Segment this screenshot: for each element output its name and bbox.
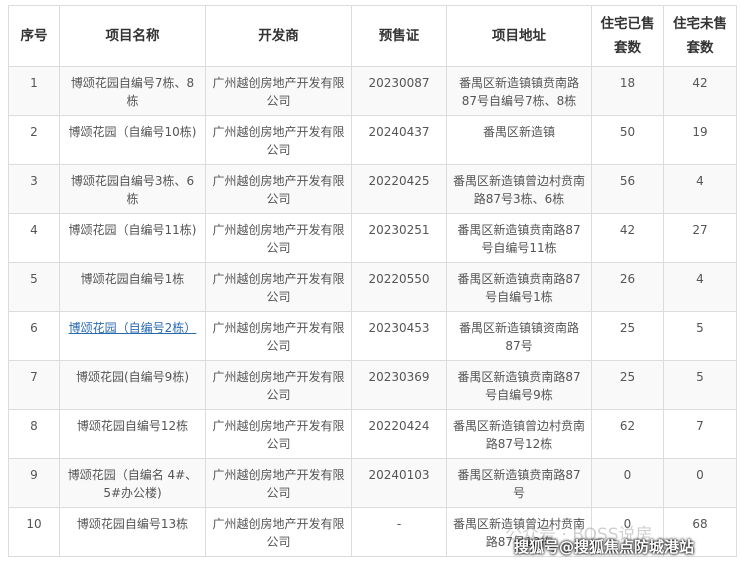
project-name-cell: 博颂花园自编号7栋、8栋 (59, 66, 206, 116)
header-permit: 预售证 (351, 5, 447, 67)
table-row: 7 博颂花园(自编号9栋) 广州越创房地产开发有限公司 20230369 番禺区新造镇贲… (8, 360, 737, 410)
project-name-cell: 博颂花园(自编号9栋) (59, 360, 206, 410)
row-no-cell: 6 (8, 311, 60, 361)
row-no-cell: 5 (8, 262, 60, 312)
presale-permit-cell: 20230087 (351, 66, 447, 116)
row-no-cell: 3 (8, 164, 60, 214)
unsold-units-cell: 4 (663, 262, 737, 312)
presale-table: 序号 项目名称 开发商 预售证 项目地址 住宅已售套数 住宅未售套数 1 博颂花园… (8, 5, 737, 557)
presale-permit-cell: 20220550 (351, 262, 447, 312)
sold-units-cell: 62 (591, 409, 664, 459)
presale-permit-cell: - (351, 507, 447, 557)
table-row: 8 博颂花园自编号12栋 广州越创房地产开发有限公司 20220424 番禺区新造镇曾边… (8, 409, 737, 459)
unsold-units-cell: 4 (663, 164, 737, 214)
developer-cell: 广州越创房地产开发有限公司 (205, 66, 352, 116)
project-address-cell: 番禺区新造镇曾边村贲南路87号12栋 (446, 409, 592, 459)
unsold-units-cell: 19 (663, 115, 737, 165)
header-name: 项目名称 (59, 5, 206, 67)
header-no: 序号 (8, 5, 60, 67)
sold-units-cell: 42 (591, 213, 664, 263)
developer-cell: 广州越创房地产开发有限公司 (205, 164, 352, 214)
project-address-cell: 番禺区新造镇贲南路87号 (446, 458, 592, 508)
table-row: 3 博颂花园自编号3栋、6栋 广州越创房地产开发有限公司 20220425 番禺区新造镇… (8, 164, 737, 214)
table-row: 6 博颂花园（自编号2栋） 广州越创房地产开发有限公司 20230453 番禺区新造镇镇… (8, 311, 737, 361)
sold-units-cell: 56 (591, 164, 664, 214)
project-address-cell: 番禺区新造镇曾边村贲南路87号3栋、6栋 (446, 164, 592, 214)
row-no-cell: 9 (8, 458, 60, 508)
project-name-cell: 博颂花园自编号13栋 (59, 507, 206, 557)
table-row: 9 博颂花园（自编名 4#、5#办公楼) 广州越创房地产开发有限公司 20240103… (8, 458, 737, 508)
project-address-cell: 番禺区新造镇 (446, 115, 592, 165)
unsold-units-cell: 5 (663, 360, 737, 410)
developer-cell: 广州越创房地产开发有限公司 (205, 409, 352, 459)
sold-units-cell: 18 (591, 66, 664, 116)
project-name-cell: 博颂花园自编号12栋 (59, 409, 206, 459)
unsold-units-cell: 7 (663, 409, 737, 459)
project-address-cell: 番禺区新造镇贲南路87号自编号11栋 (446, 213, 592, 263)
table-row: 2 博颂花园（自编号10栋) 广州越创房地产开发有限公司 20240437 番禺区新造镇… (8, 115, 737, 165)
table-row: 5 博颂花园自编号1栋 广州越创房地产开发有限公司 20220550 番禺区新造镇贲南路… (8, 262, 737, 312)
presale-permit-cell: 20230369 (351, 360, 447, 410)
presale-permit-cell: 20230453 (351, 311, 447, 361)
table-row: 1 博颂花园自编号7栋、8栋 广州越创房地产开发有限公司 20230087 番禺区新造镇… (8, 66, 737, 116)
unsold-units-cell: 27 (663, 213, 737, 263)
header-unsold: 住宅未售套数 (663, 5, 737, 67)
project-address-cell: 番禺区新造镇贲南路87号自编号9栋 (446, 360, 592, 410)
project-link[interactable]: 博颂花园（自编号2栋） (69, 321, 197, 335)
header-row: 序号 项目名称 开发商 预售证 项目地址 住宅已售套数 住宅未售套数 (8, 5, 737, 67)
unsold-units-cell: 42 (663, 66, 737, 116)
header-address: 项目地址 (446, 5, 592, 67)
row-no-cell: 2 (8, 115, 60, 165)
presale-permit-cell: 20230251 (351, 213, 447, 263)
header-sold: 住宅已售套数 (591, 5, 664, 67)
sold-units-cell: 25 (591, 360, 664, 410)
developer-cell: 广州越创房地产开发有限公司 (205, 311, 352, 361)
sold-units-cell: 26 (591, 262, 664, 312)
row-no-cell: 4 (8, 213, 60, 263)
developer-cell: 广州越创房地产开发有限公司 (205, 458, 352, 508)
developer-cell: 广州越创房地产开发有限公司 (205, 360, 352, 410)
project-address-cell: 番禺区新造镇镇资南路87号 (446, 311, 592, 361)
developer-cell: 广州越创房地产开发有限公司 (205, 213, 352, 263)
table-row: 4 博颂花园（自编号11栋) 广州越创房地产开发有限公司 20230251 番禺区新造镇… (8, 213, 737, 263)
row-no-cell: 1 (8, 66, 60, 116)
unsold-units-cell: 0 (663, 458, 737, 508)
sold-units-cell: 50 (591, 115, 664, 165)
developer-cell: 广州越创房地产开发有限公司 (205, 115, 352, 165)
developer-cell: 广州越创房地产开发有限公司 (205, 262, 352, 312)
header-developer: 开发商 (205, 5, 352, 67)
project-name-cell: 博颂花园（自编号10栋) (59, 115, 206, 165)
watermark-main: 搜狐号@搜狐焦点防城港站 (514, 538, 695, 556)
sold-units-cell: 25 (591, 311, 664, 361)
project-name-cell: 博颂花园（自编号11栋) (59, 213, 206, 263)
presale-permit-cell: 20220425 (351, 164, 447, 214)
presale-permit-cell: 20240437 (351, 115, 447, 165)
developer-cell: 广州越创房地产开发有限公司 (205, 507, 352, 557)
project-name-cell: 博颂花园（自编名 4#、5#办公楼) (59, 458, 206, 508)
project-name-cell: 博颂花园自编号3栋、6栋 (59, 164, 206, 214)
presale-permit-cell: 20240103 (351, 458, 447, 508)
row-no-cell: 8 (8, 409, 60, 459)
sold-units-cell: 0 (591, 458, 664, 508)
project-address-cell: 番禺区新造镇贲南路87号自编号1栋 (446, 262, 592, 312)
presale-permit-cell: 20220424 (351, 409, 447, 459)
project-name-cell: 博颂花园（自编号2栋） (59, 311, 206, 361)
row-no-cell: 10 (8, 507, 60, 557)
project-address-cell: 番禺区新造镇镇贲南路87号自编号7栋、8栋 (446, 66, 592, 116)
project-name-cell: 博颂花园自编号1栋 (59, 262, 206, 312)
unsold-units-cell: 5 (663, 311, 737, 361)
row-no-cell: 7 (8, 360, 60, 410)
